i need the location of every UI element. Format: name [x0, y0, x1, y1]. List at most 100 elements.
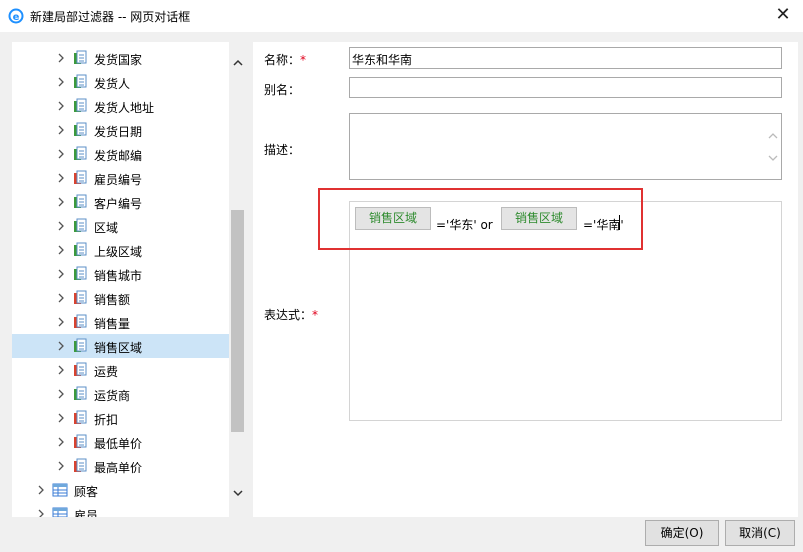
tree-item[interactable]: 发货日期 — [12, 118, 230, 142]
table-icon — [52, 483, 68, 497]
tree-item[interactable]: 发货邮编 — [12, 142, 230, 166]
highlight-box — [318, 188, 643, 250]
chevron-right-icon[interactable] — [56, 52, 66, 64]
table-icon — [52, 507, 68, 517]
tree-item-label: 最高单价 — [94, 461, 143, 475]
chevron-right-icon[interactable] — [56, 76, 66, 88]
tree-item[interactable]: 销售区域 — [12, 334, 230, 358]
name-input[interactable]: 华东和华南 — [349, 47, 782, 69]
close-icon[interactable]: ✕ — [773, 5, 793, 25]
tree-item[interactable]: 运货商 — [12, 382, 230, 406]
chevron-right-icon[interactable] — [56, 316, 66, 328]
tree-item-label: 上级区域 — [94, 245, 143, 259]
expression-label: 表达式：* — [264, 306, 318, 323]
field-tree[interactable]: 发货国家发货人发货人地址发货日期发货邮编雇员编号客户编号区域上级区域销售城市销售… — [12, 42, 230, 517]
tree-scrollbar[interactable] — [229, 42, 246, 517]
chevron-right-icon[interactable] — [56, 196, 66, 208]
chevron-right-icon[interactable] — [36, 484, 46, 496]
title-bar: e 新建局部过滤器 -- 网页对话框 ✕ — [0, 0, 803, 32]
tree-item[interactable]: 折扣 — [12, 406, 230, 430]
tree-item[interactable]: 最低单价 — [12, 430, 230, 454]
tree-item-label: 雇员编号 — [94, 173, 143, 187]
field-red-icon — [74, 434, 87, 448]
tree-item-label: 运货商 — [94, 389, 131, 403]
tree-item-label: 折扣 — [94, 413, 119, 427]
chevron-right-icon[interactable] — [56, 124, 66, 136]
field-red-icon — [74, 410, 87, 424]
tree-item[interactable]: 雇员编号 — [12, 166, 230, 190]
chevron-right-icon[interactable] — [56, 460, 66, 472]
field-green-icon — [74, 146, 87, 160]
tree-item[interactable]: 雇员 — [12, 502, 230, 517]
tree-item-label: 销售额 — [94, 293, 131, 307]
alias-input[interactable] — [349, 77, 782, 98]
chevron-right-icon[interactable] — [56, 436, 66, 448]
chevron-right-icon[interactable] — [36, 508, 46, 517]
description-textarea[interactable] — [349, 113, 782, 180]
textarea-scroll-down-icon[interactable] — [768, 154, 778, 162]
field-red-icon — [74, 290, 87, 304]
tree-scroll-thumb[interactable] — [231, 210, 244, 432]
field-green-icon — [74, 122, 87, 136]
name-input-value: 华东和华南 — [352, 53, 413, 67]
scroll-up-icon[interactable] — [232, 58, 244, 68]
svg-text:e: e — [13, 12, 20, 23]
tree-item-label: 销售区域 — [94, 341, 143, 355]
ok-button[interactable]: 确定(O) — [645, 520, 719, 546]
field-red-icon — [74, 362, 87, 376]
field-red-icon — [74, 314, 87, 328]
window-title: 新建局部过滤器 -- 网页对话框 — [30, 10, 191, 24]
tree-item-label: 运费 — [94, 365, 119, 379]
tree-item[interactable]: 最高单价 — [12, 454, 230, 478]
textarea-scroll-up-icon[interactable] — [768, 132, 778, 140]
required-mark: * — [300, 53, 307, 67]
tree-item-label: 最低单价 — [94, 437, 143, 451]
chevron-right-icon[interactable] — [56, 412, 66, 424]
field-green-icon — [74, 386, 87, 400]
tree-item-label: 发货邮编 — [94, 149, 143, 163]
name-label-text: 名称： — [264, 53, 301, 67]
tree-item[interactable]: 发货国家 — [12, 46, 230, 70]
tree-item-label: 雇员 — [74, 509, 99, 517]
required-mark: * — [312, 308, 319, 322]
tree-item-label: 销售城市 — [94, 269, 143, 283]
tree-item[interactable]: 运费 — [12, 358, 230, 382]
chevron-right-icon[interactable] — [56, 292, 66, 304]
tree-item[interactable]: 销售额 — [12, 286, 230, 310]
tree-item[interactable]: 发货人 — [12, 70, 230, 94]
tree-item[interactable]: 销售量 — [12, 310, 230, 334]
tree-item-label: 区域 — [94, 221, 119, 235]
field-red-icon — [74, 458, 87, 472]
chevron-right-icon[interactable] — [56, 148, 66, 160]
tree-item[interactable]: 区域 — [12, 214, 230, 238]
field-green-icon — [74, 194, 87, 208]
ie-app-icon: e — [8, 8, 24, 24]
tree-item-label: 销售量 — [94, 317, 131, 331]
chevron-right-icon[interactable] — [56, 100, 66, 112]
tree-item-label: 发货日期 — [94, 125, 143, 139]
chevron-right-icon[interactable] — [56, 244, 66, 256]
tree-item[interactable]: 顾客 — [12, 478, 230, 502]
tree-item-label: 发货人 — [94, 77, 131, 91]
tree-item[interactable]: 客户编号 — [12, 190, 230, 214]
description-label: 描述： — [264, 143, 301, 157]
name-label: 名称：* — [264, 51, 306, 68]
tree-item[interactable]: 上级区域 — [12, 238, 230, 262]
chevron-right-icon[interactable] — [56, 388, 66, 400]
chevron-right-icon[interactable] — [56, 364, 66, 376]
tree-item-label: 发货人地址 — [94, 101, 155, 115]
tree-item-label: 发货国家 — [94, 53, 143, 67]
tree-item[interactable]: 发货人地址 — [12, 94, 230, 118]
field-green-icon — [74, 74, 87, 88]
chevron-right-icon[interactable] — [56, 172, 66, 184]
field-green-icon — [74, 98, 87, 112]
tree-item-label: 顾客 — [74, 485, 99, 499]
chevron-right-icon[interactable] — [56, 340, 66, 352]
field-green-icon — [74, 338, 87, 352]
chevron-right-icon[interactable] — [56, 220, 66, 232]
scroll-down-icon[interactable] — [232, 488, 244, 498]
chevron-right-icon[interactable] — [56, 268, 66, 280]
tree-item[interactable]: 销售城市 — [12, 262, 230, 286]
cancel-button[interactable]: 取消(C) — [725, 520, 795, 546]
field-green-icon — [74, 218, 87, 232]
